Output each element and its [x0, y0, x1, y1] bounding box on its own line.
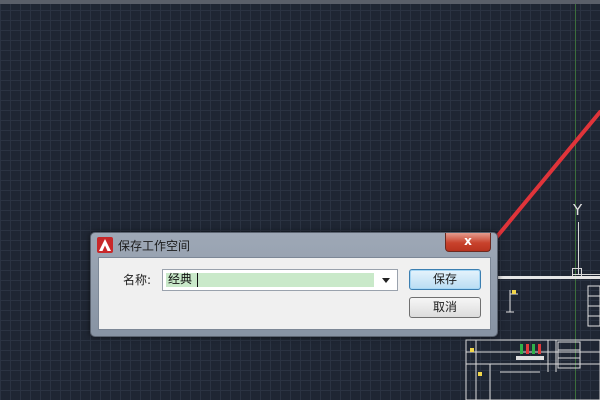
text-cursor	[197, 273, 198, 287]
chevron-down-icon[interactable]	[382, 278, 390, 283]
autocad-logo-icon	[97, 237, 113, 253]
dialog-title: 保存工作空间	[118, 239, 191, 253]
workspace-name-value: 经典	[168, 272, 193, 286]
close-button[interactable]: x	[445, 233, 491, 252]
cancel-button[interactable]: 取消	[409, 297, 481, 318]
dialog-titlebar[interactable]: 保存工作空间 x	[91, 233, 497, 257]
name-label: 名称:	[123, 273, 152, 287]
save-workspace-dialog: 保存工作空间 x 名称: 经典 保存 取消	[90, 232, 498, 337]
red-annotation-arrow	[468, 110, 600, 272]
workspace-name-combobox[interactable]: 经典	[162, 269, 398, 291]
save-button[interactable]: 保存	[409, 269, 481, 290]
dialog-body: 名称: 经典 保存 取消	[98, 257, 491, 330]
